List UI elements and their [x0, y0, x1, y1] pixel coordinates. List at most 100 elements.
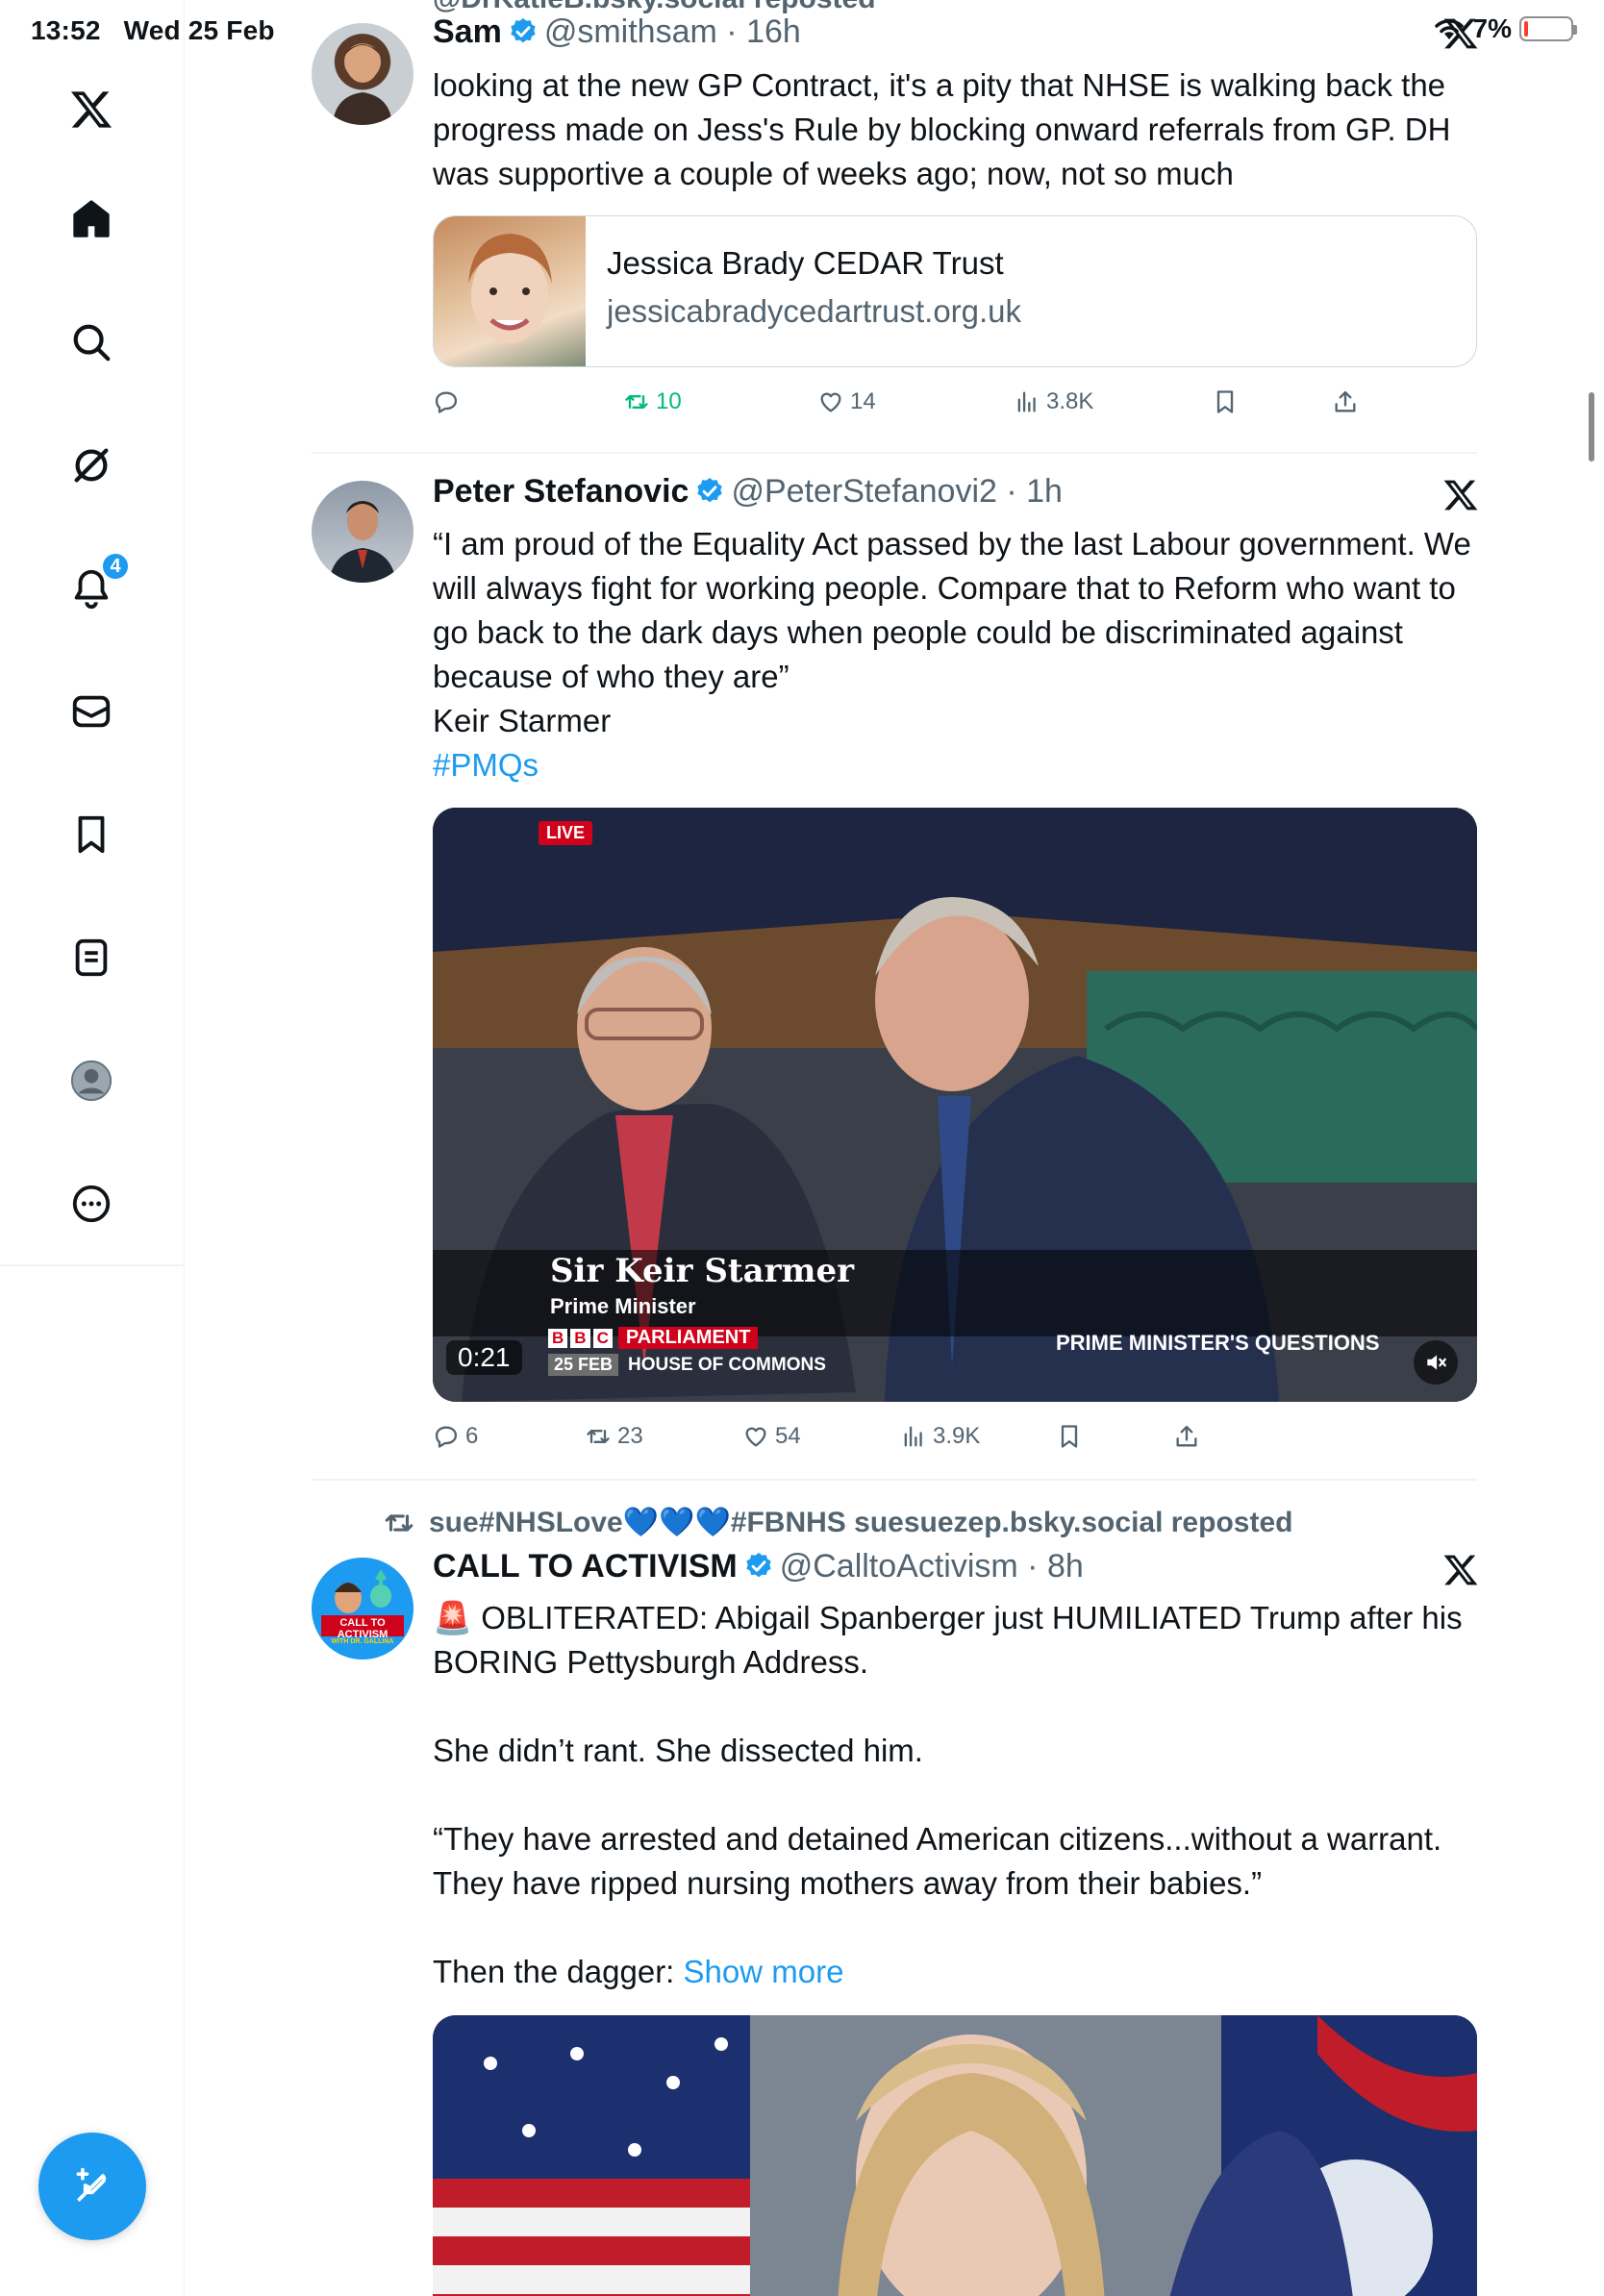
reply-icon — [435, 1426, 458, 1448]
share-button[interactable] — [1332, 388, 1359, 415]
repost-icon — [587, 1430, 610, 1443]
avatar[interactable]: CALL TO ACTIVISM WITH DR. GALLINA — [312, 1558, 414, 1660]
author-name[interactable]: Sam — [433, 13, 502, 50]
compose-feather-icon — [76, 2167, 107, 2202]
sidebar-divider — [0, 1264, 185, 1266]
mute-button[interactable] — [1414, 1340, 1458, 1385]
reply-button[interactable] — [433, 388, 465, 415]
avatar-subtext: WITH DR. GALLINA — [331, 1638, 394, 1645]
profile-avatar-icon — [70, 1060, 113, 1102]
views-count: 3.9K — [933, 1423, 981, 1449]
scrollbar[interactable] — [1589, 392, 1594, 462]
home-icon — [73, 200, 110, 237]
action-bar: 6 23 54 3.9K — [433, 1423, 1346, 1461]
reply-count: 6 — [465, 1423, 479, 1449]
tweet-paragraph: She didn’t rant. She dissected him. — [433, 1733, 923, 1768]
verified-badge-icon — [746, 1553, 771, 1578]
hashtag-link[interactable]: #PMQs — [433, 743, 1477, 787]
tweet-quote: “I am proud of the Equality Act passed b… — [433, 526, 1471, 694]
x-logo-icon — [1443, 18, 1478, 49]
tweet-time[interactable]: 1h — [1026, 473, 1063, 510]
tweet-header: Peter Stefanovic @PeterStefanovi2 · 1h — [433, 473, 1063, 510]
bookmark-button[interactable] — [1056, 1423, 1083, 1450]
tweet-header: CALL TO ACTIVISM @CalltoActivism · 8h — [433, 1548, 1084, 1585]
caption-name: Sir Keir Starmer — [550, 1252, 855, 1290]
tweet-divider — [312, 1479, 1477, 1481]
author-handle[interactable]: @CalltoActivism — [780, 1548, 1018, 1585]
nav-grok[interactable] — [61, 435, 122, 496]
link-card-image — [434, 216, 586, 366]
nav-notifications[interactable]: 4 — [61, 552, 130, 619]
battery-level — [1524, 21, 1528, 37]
repost-button[interactable]: 23 — [585, 1423, 643, 1450]
video-player[interactable] — [433, 2015, 1477, 2296]
views-icon — [904, 1426, 922, 1447]
tweet-text: 🚨 OBLITERATED: Abigail Spanberger just H… — [433, 1596, 1477, 1994]
video-player[interactable]: LIVE Sir Keir Starmer Prime Minister B B… — [433, 808, 1477, 1402]
author-name[interactable]: CALL TO ACTIVISM — [433, 1548, 738, 1585]
x-logo-icon — [1443, 480, 1478, 511]
avatar-portrait — [333, 44, 392, 125]
bookmark-icon — [1216, 390, 1234, 413]
nav-lists[interactable] — [61, 927, 122, 988]
x-logo[interactable] — [61, 79, 122, 140]
views-button[interactable]: 3.8K — [1014, 388, 1093, 415]
tweet-text: “I am proud of the Equality Act passed b… — [433, 522, 1477, 787]
avatar[interactable] — [312, 481, 414, 583]
tweet-time[interactable]: 8h — [1047, 1548, 1084, 1585]
nav-bookmarks[interactable] — [61, 804, 122, 865]
nav-profile[interactable] — [61, 1050, 122, 1111]
tweet-header: Sam @smithsam · 16h — [433, 13, 801, 50]
verified-badge-icon — [511, 18, 536, 43]
repost-button[interactable]: 10 — [623, 388, 682, 415]
action-bar: 10 14 3.8K — [433, 388, 1356, 427]
avatar-portrait — [329, 501, 396, 583]
mail-icon — [72, 695, 111, 728]
x-logo-icon — [1443, 1555, 1478, 1585]
share-button[interactable] — [1173, 1423, 1200, 1450]
compose-button[interactable] — [38, 2133, 146, 2240]
link-card[interactable]: Jessica Brady CEDAR Trust jessicabradyce… — [433, 215, 1477, 367]
bookmark-button[interactable] — [1212, 388, 1239, 415]
author-handle[interactable]: @smithsam — [544, 13, 717, 50]
heart-icon — [745, 1427, 766, 1447]
show-more-link[interactable]: Show more — [684, 1954, 844, 1989]
video-frame — [433, 2015, 1477, 2296]
link-card-title: Jessica Brady CEDAR Trust — [607, 245, 1004, 281]
views-button[interactable]: 3.9K — [900, 1423, 980, 1450]
nav-more[interactable] — [61, 1173, 122, 1235]
search-icon — [73, 324, 111, 362]
sidebar: 4 — [0, 0, 185, 2296]
link-card-domain: jessicabradycedartrust.org.uk — [607, 293, 1022, 329]
like-button[interactable]: 54 — [742, 1423, 801, 1450]
tweet-paragraph: Then the dagger: Show more — [433, 1954, 844, 1989]
share-icon — [1335, 390, 1356, 412]
like-count: 54 — [775, 1423, 801, 1449]
speaker-muted-icon — [1427, 1355, 1446, 1370]
author-name[interactable]: Peter Stefanovic — [433, 473, 689, 510]
repost-context[interactable]: sue#NHSLove💙💙💙#FBNHS suesuezep.bsky.soci… — [383, 1506, 1292, 1539]
x-logo-icon — [70, 91, 113, 128]
avatar[interactable] — [312, 23, 414, 125]
reply-button[interactable]: 6 — [433, 1423, 478, 1450]
author-handle[interactable]: @PeterStefanovi2 — [731, 473, 996, 510]
tweet-divider — [312, 452, 1477, 454]
views-count: 3.8K — [1046, 388, 1094, 414]
bookmark-icon — [1061, 1425, 1078, 1448]
tweet-time[interactable]: 16h — [746, 13, 801, 50]
nav-explore[interactable] — [61, 312, 122, 373]
channel-logo: B B C PARLIAMENT — [548, 1327, 759, 1349]
repost-context-text: sue#NHSLove💙💙💙#FBNHS suesuezep.bsky.soci… — [429, 1507, 1293, 1538]
avatar-text: CALL TO ACTIVISM — [337, 1617, 388, 1640]
nav-messages[interactable] — [61, 681, 122, 742]
like-button[interactable]: 14 — [817, 388, 876, 415]
share-icon — [1176, 1425, 1197, 1447]
notifications-badge: 4 — [101, 552, 130, 581]
programme-label: PRIME MINISTER'S QUESTIONS — [1056, 1331, 1380, 1355]
video-duration: 0:21 — [446, 1340, 522, 1375]
heart-icon — [820, 392, 841, 412]
lists-icon — [75, 938, 108, 977]
verified-badge-icon — [697, 478, 723, 503]
repost-icon — [625, 395, 648, 409]
nav-home[interactable] — [61, 188, 122, 250]
